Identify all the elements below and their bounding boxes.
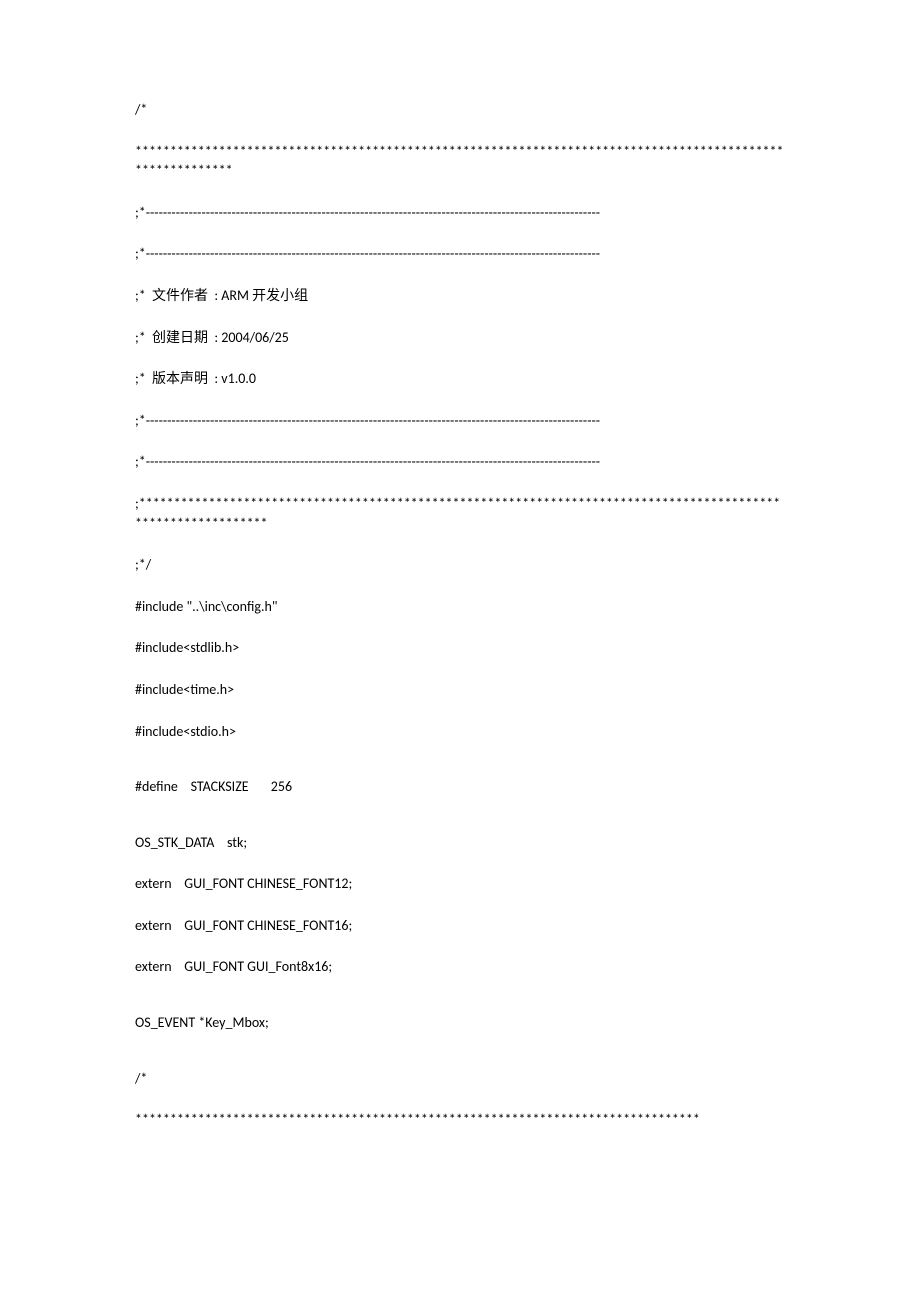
code-line: ;* 文件作者 : ARM 开发小组 [135, 286, 785, 306]
code-line: ;*--------------------------------------… [135, 452, 785, 472]
blank-line [135, 819, 785, 833]
code-line: ;*--------------------------------------… [135, 411, 785, 431]
code-line: ;* 版本声明 : v1.0.0 [135, 369, 785, 389]
document-page: /* *************************************… [0, 0, 920, 1302]
blank-line [135, 999, 785, 1013]
code-line: OS_STK_DATA stk; [135, 833, 785, 853]
code-line: #define STACKSIZE 256 [135, 777, 785, 797]
blank-line [135, 1055, 785, 1069]
code-line: OS_EVENT *Key_Mbox; [135, 1013, 785, 1033]
code-line: extern GUI_FONT CHINESE_FONT16; [135, 916, 785, 936]
code-line: #include "..\inc\config.h" [135, 597, 785, 617]
code-line: /* [135, 100, 785, 120]
code-line: ****************************************… [135, 142, 785, 181]
code-line: ;***************************************… [135, 494, 785, 533]
code-line: ****************************************… [135, 1110, 785, 1130]
blank-line [135, 763, 785, 777]
code-line: ;*--------------------------------------… [135, 203, 785, 223]
code-line: extern GUI_FONT CHINESE_FONT12; [135, 874, 785, 894]
code-line: ;* 创建日期 : 2004/06/25 [135, 328, 785, 348]
code-line: #include<time.h> [135, 680, 785, 700]
code-line: #include<stdlib.h> [135, 638, 785, 658]
code-line: ;*--------------------------------------… [135, 244, 785, 264]
code-line: extern GUI_FONT GUI_Font8x16; [135, 957, 785, 977]
code-line: #include<stdio.h> [135, 722, 785, 742]
code-line: ;*/ [135, 555, 785, 575]
code-line: /* [135, 1069, 785, 1089]
